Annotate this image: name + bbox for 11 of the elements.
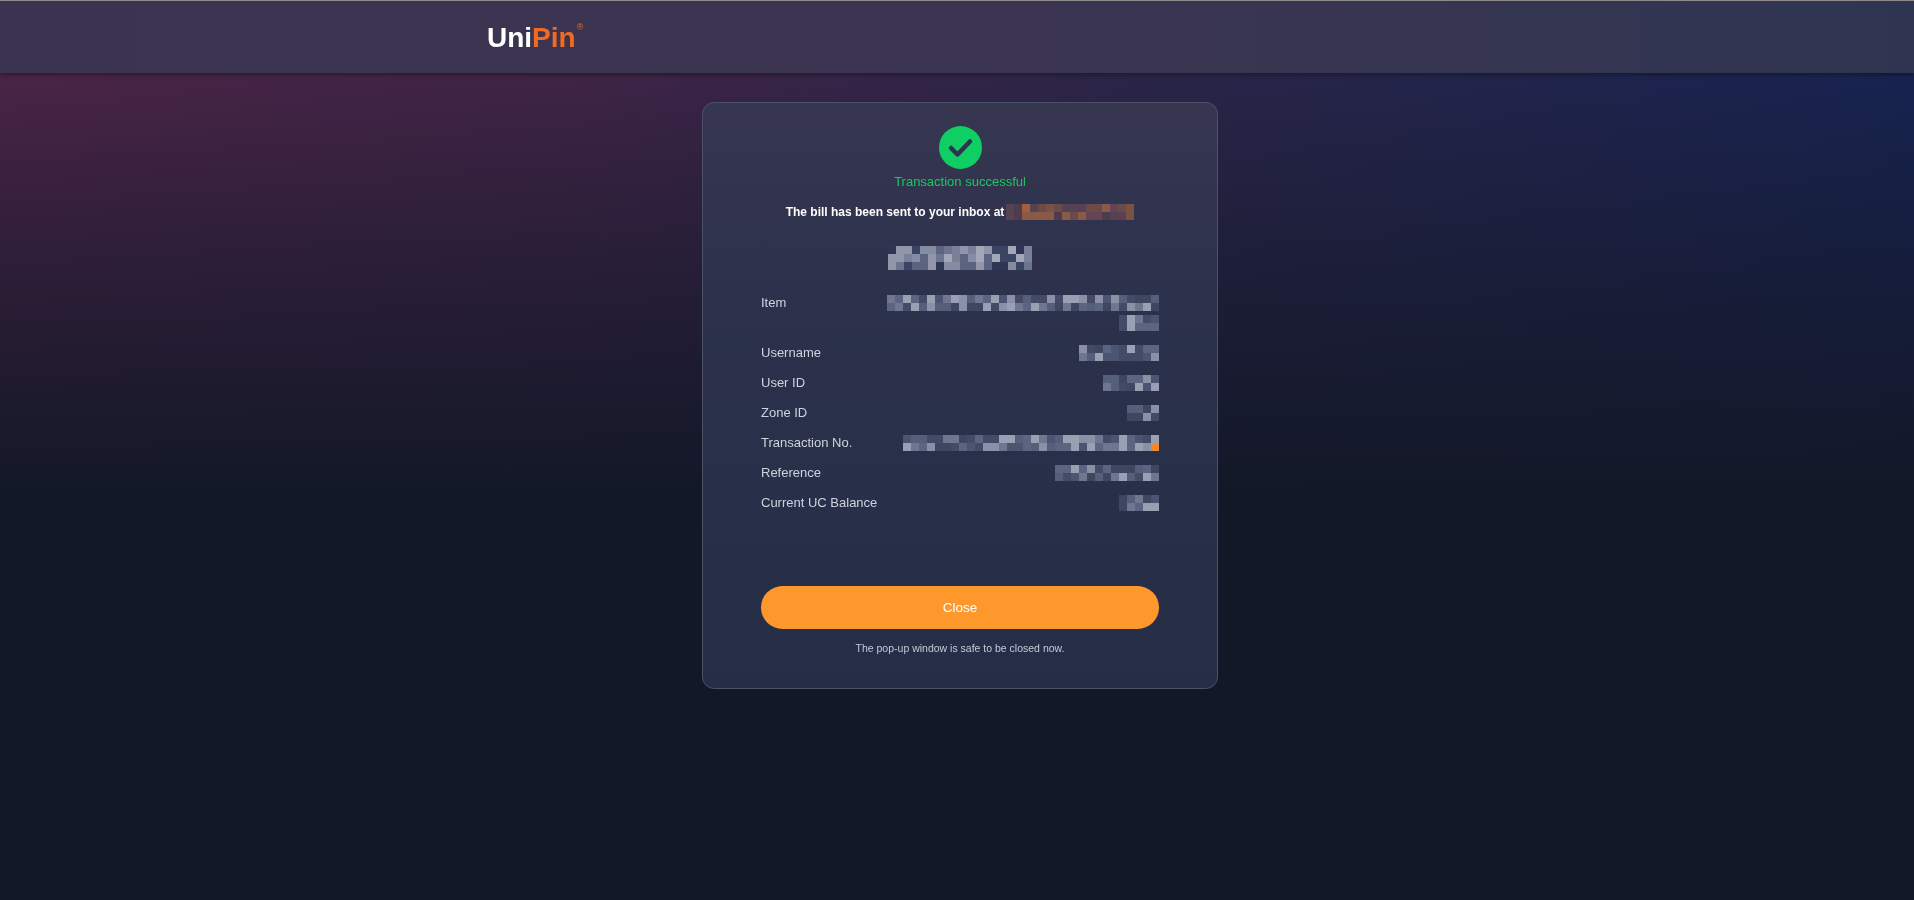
detail-label: Zone ID <box>761 405 809 421</box>
detail-label: User ID <box>761 375 807 391</box>
detail-label: Item <box>761 295 788 311</box>
detail-label: Username <box>761 345 822 361</box>
site-logo[interactable]: UniPin® <box>487 24 584 52</box>
detail-label: Reference <box>761 465 822 481</box>
bill-notice-text: The bill has been sent to your inbox at <box>785 204 1005 220</box>
status-text: Transaction successful <box>894 174 1026 190</box>
detail-label: Current UC Balance <box>761 495 879 511</box>
detail-label: Transaction No. <box>761 435 854 451</box>
footnote-text: The pop-up window is safe to be closed now. <box>855 642 1065 655</box>
